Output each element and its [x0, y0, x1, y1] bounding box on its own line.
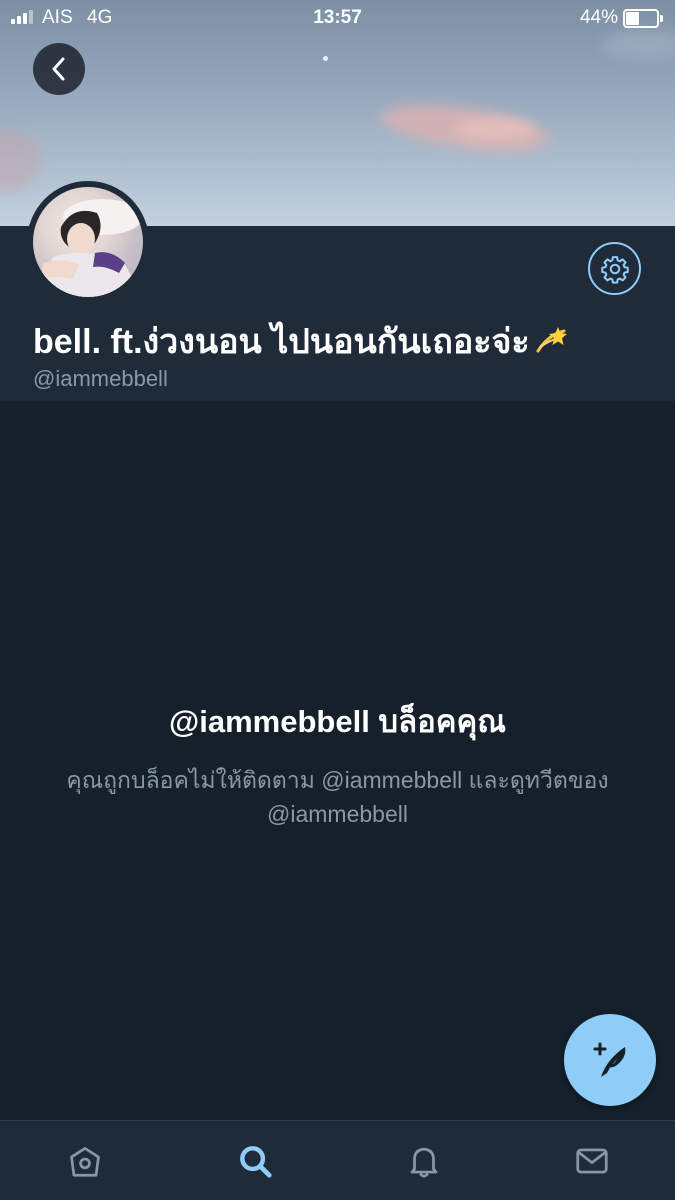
- tab-search[interactable]: [233, 1139, 277, 1183]
- tab-notifications[interactable]: [402, 1139, 446, 1183]
- notifications-icon: [410, 1147, 438, 1178]
- gear-icon: [600, 255, 629, 284]
- search-icon: [240, 1146, 272, 1178]
- profile-settings-button[interactable]: [588, 242, 641, 295]
- status-bar: AIS 4G 13:57 44%: [0, 0, 675, 36]
- compose-tweet-button[interactable]: [564, 1014, 656, 1106]
- bottom-tab-bar: [0, 1120, 675, 1200]
- back-button[interactable]: [33, 43, 85, 95]
- display-name-text: bell. ft.ง่วงนอน ไปนอนกันเถอะจ่ะ: [33, 323, 530, 361]
- profile-display-name: bell. ft.ง่วงนอน ไปนอนกันเถอะจ่ะ: [33, 314, 570, 368]
- blocked-title: @iammebbell บล็อคคุณ: [169, 704, 506, 739]
- battery-percentage: 44%: [579, 7, 618, 28]
- avatar[interactable]: [27, 181, 149, 303]
- home-icon: [70, 1146, 100, 1177]
- avatar-image: [33, 187, 143, 297]
- status-time: 13:57: [313, 7, 362, 28]
- blocked-message: คุณถูกบล็อคไม่ให้ติดตาม @iammebbell และด…: [66, 767, 609, 827]
- profile-handle: @iammebbell: [33, 366, 168, 391]
- tab-home[interactable]: [63, 1139, 107, 1183]
- battery-icon: [623, 9, 663, 28]
- tab-messages[interactable]: [570, 1139, 614, 1183]
- dizzy-sparkle-icon: [536, 327, 567, 353]
- messages-icon: [576, 1148, 608, 1174]
- compose-feather-icon: [593, 1042, 626, 1077]
- chevron-left-icon: [52, 57, 65, 81]
